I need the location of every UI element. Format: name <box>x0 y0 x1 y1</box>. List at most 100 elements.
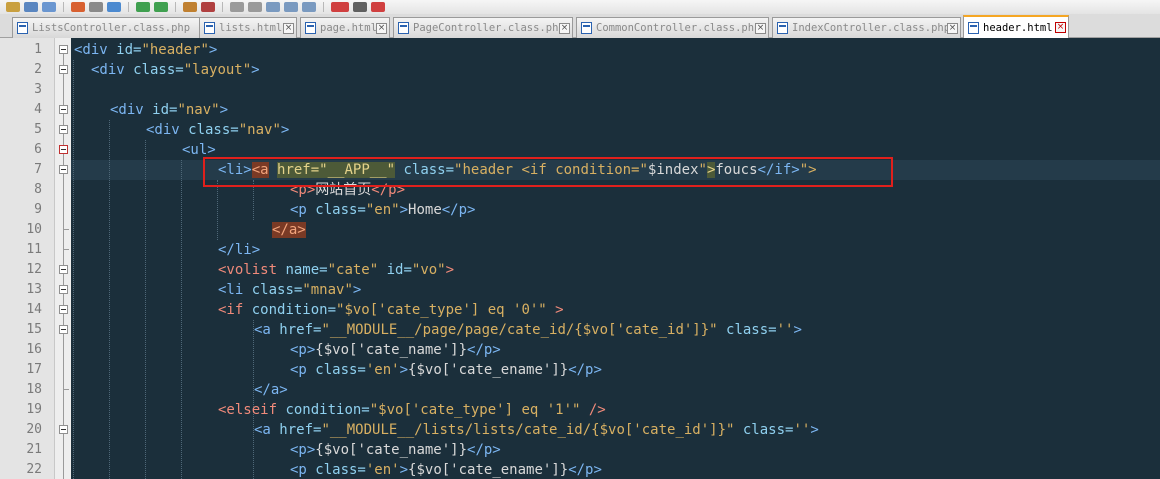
code-line-14: <if condition="$vo['cate_type'] eq '0'" … <box>218 300 564 320</box>
attr-token: class= <box>124 62 184 78</box>
close-icon[interactable]: × <box>947 22 958 34</box>
zoom-in-icon[interactable] <box>230 2 244 12</box>
close-icon[interactable]: × <box>559 22 570 34</box>
show-all-icon[interactable] <box>284 2 298 12</box>
fold-toggle-icon[interactable] <box>59 285 68 294</box>
fold-toggle-icon[interactable] <box>59 145 68 154</box>
attr-token: class= <box>306 362 366 378</box>
fold-end-marker <box>63 249 69 250</box>
line-number: 22 <box>26 462 42 477</box>
fold-toggle-icon[interactable] <box>59 265 68 274</box>
toolbar-separator <box>128 2 129 12</box>
tab-indexcontroller[interactable]: IndexController.class.php × <box>772 17 961 38</box>
code-line-21: <p>{$vo['cate_name']}</p> <box>290 440 501 460</box>
tag-token: <a <box>254 422 271 438</box>
attr-token: href= <box>270 422 322 438</box>
line-number: 19 <box>26 402 42 417</box>
record-macro-icon[interactable] <box>331 2 349 12</box>
tag-token: > <box>280 122 290 138</box>
code-line-10: </a> <box>272 220 306 240</box>
string-token: "en" <box>365 202 400 218</box>
code-line-11: </li> <box>218 240 260 260</box>
line-number: 14 <box>26 302 42 317</box>
string-token: "mnav" <box>302 282 353 298</box>
code-line-17: <p class='en'>{$vo['cate_ename']}</p> <box>290 360 602 380</box>
attr-token: class= <box>717 322 777 338</box>
file-icon <box>968 21 979 34</box>
save-all-icon[interactable] <box>42 2 56 12</box>
fold-toggle-icon[interactable] <box>59 305 68 314</box>
cut-icon[interactable] <box>107 2 121 12</box>
tab-bar: ListsController.class.php × lists.html ×… <box>0 14 1160 38</box>
code-line-2: <div class="layout"> <box>91 60 260 80</box>
editor-window: ListsController.class.php × lists.html ×… <box>0 0 1160 479</box>
replace-icon[interactable] <box>201 2 215 12</box>
code-editor[interactable]: 1 2 3 4 5 6 7 8 9 10 11 12 13 14 15 16 1… <box>0 38 1160 479</box>
close-file-icon[interactable] <box>71 2 85 12</box>
close-icon[interactable]: × <box>376 22 387 34</box>
tag-token: <div <box>146 122 180 138</box>
tab-pagecontroller[interactable]: PageController.class.php × <box>393 17 573 38</box>
line-number: 3 <box>34 82 42 97</box>
tab-lists[interactable]: lists.html × <box>199 17 297 38</box>
toolbar-separator <box>222 2 223 12</box>
tab-label: page.html <box>320 22 376 34</box>
tab-header[interactable]: header.html × <box>963 15 1069 38</box>
string-token: "__MODULE__/page/page/cate_id/{$vo['cate… <box>321 322 718 338</box>
code-line-22: <p class='en'>{$vo['cate_ename']}</p> <box>290 460 602 479</box>
attr-token: name= <box>277 262 328 278</box>
print-icon[interactable] <box>89 2 103 12</box>
tag-token: <a <box>254 322 271 338</box>
tag-token: </p> <box>568 362 602 378</box>
file-icon <box>17 22 28 34</box>
string-token: "layout" <box>183 62 252 78</box>
string-token: '' <box>793 422 811 438</box>
close-icon[interactable]: × <box>1055 22 1066 33</box>
wrap-icon[interactable] <box>266 2 280 12</box>
tag-token: </a> <box>254 382 288 398</box>
tag-token: <li <box>218 282 244 298</box>
toolbar-separator <box>63 2 64 12</box>
indent-guide <box>73 60 74 479</box>
find-icon[interactable] <box>183 2 197 12</box>
zoom-out-icon[interactable] <box>248 2 262 12</box>
attr-token: condition= <box>277 402 370 418</box>
tab-commoncontroller[interactable]: CommonController.class.php × <box>576 17 769 38</box>
string-token: "nav" <box>177 102 220 118</box>
tag-token: </li> <box>218 242 261 258</box>
fold-toggle-icon[interactable] <box>59 165 68 174</box>
close-icon[interactable]: × <box>283 22 294 34</box>
fold-toggle-icon[interactable] <box>59 105 68 114</box>
line-number: 11 <box>26 242 42 257</box>
string-token: 'en' <box>365 462 400 478</box>
tab-page[interactable]: page.html × <box>300 17 390 38</box>
attr-token: condition= <box>243 302 337 318</box>
line-number: 21 <box>26 442 42 457</box>
play-macro-icon[interactable] <box>371 2 385 12</box>
line-number: 9 <box>34 202 42 217</box>
tab-label: PageController.class.php <box>413 22 559 34</box>
tag-token: > <box>399 202 409 218</box>
file-icon <box>204 22 215 34</box>
save-icon[interactable] <box>24 2 38 12</box>
undo-icon[interactable] <box>136 2 150 12</box>
open-file-icon[interactable] <box>6 2 20 12</box>
fold-toggle-icon[interactable] <box>59 325 68 334</box>
tag-token: <if <box>218 302 244 318</box>
fold-toggle-icon[interactable] <box>59 65 68 74</box>
indent-guide <box>145 140 146 479</box>
toolbar <box>0 0 1160 14</box>
code-line-4: <div id="nav"> <box>110 100 228 120</box>
fold-toggle-icon[interactable] <box>59 425 68 434</box>
attr-token: class= <box>179 122 239 138</box>
stop-macro-icon[interactable] <box>353 2 367 12</box>
close-icon[interactable]: × <box>755 22 766 34</box>
line-number-gutter: 1 2 3 4 5 6 7 8 9 10 11 12 13 14 15 16 1… <box>0 38 55 479</box>
fold-toggle-icon[interactable] <box>59 125 68 134</box>
redo-icon[interactable] <box>154 2 168 12</box>
code-line-5: <div class="nav"> <box>146 120 289 140</box>
indent-guide-icon[interactable] <box>302 2 316 12</box>
fold-toggle-icon[interactable] <box>59 45 68 54</box>
attr-token: class= <box>306 202 366 218</box>
tag-token: > <box>208 42 218 58</box>
